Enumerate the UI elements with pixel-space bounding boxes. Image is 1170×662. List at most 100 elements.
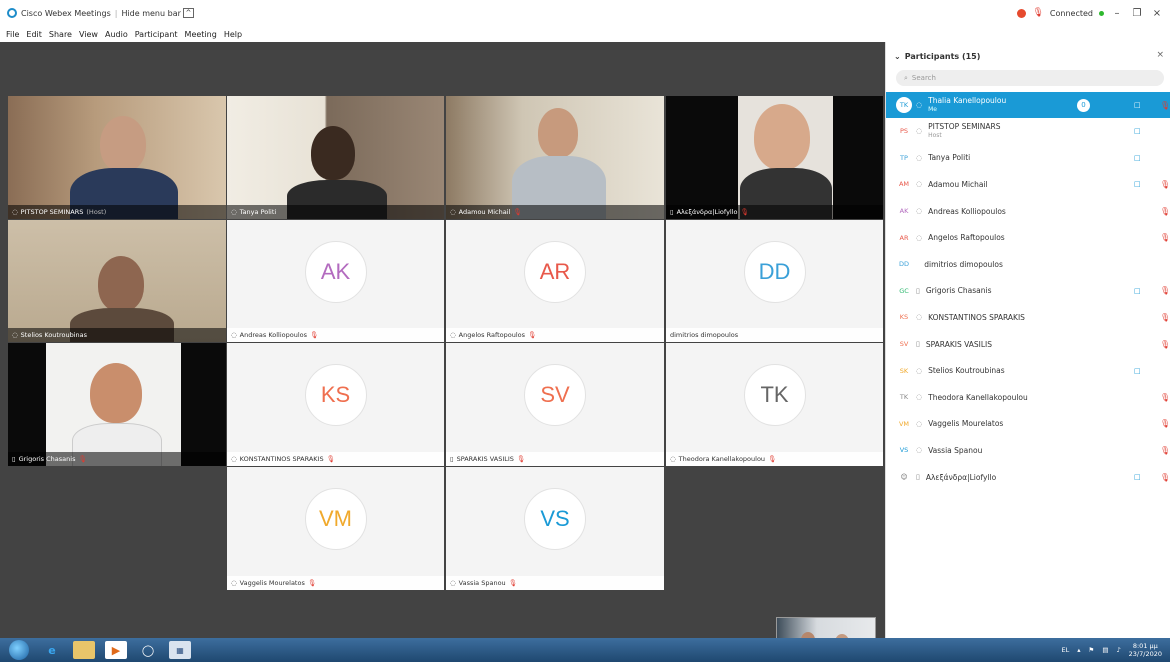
avatar: SV	[899, 340, 909, 349]
participant-row[interactable]: TK ◌ Thalia Kanellopoulou Me 0 □ 🎙	[886, 92, 1170, 118]
video-tile[interactable]: ▯ Grigoris Chasanis 🎙	[8, 343, 226, 466]
video-tile[interactable]: ◌ Stelios Koutroubinas	[8, 220, 226, 342]
webex-taskbar-icon[interactable]: ◯	[137, 641, 159, 659]
tile-label: ◌ Theodora Kanellakopoulou 🎙	[666, 452, 883, 466]
camera-icon: □	[1134, 366, 1141, 375]
avatar: GC	[899, 286, 909, 295]
windows-taskbar: e ▶ ◯ ▦ EL ▴ ⚑ ▤ ♪ 8:01 μμ 23/7/2020	[0, 638, 1170, 662]
avatar: DD	[898, 260, 909, 269]
hide-menu-bar-link[interactable]: Hide menu bar	[121, 9, 180, 18]
tile-name: Theodora Kanellakopoulou	[678, 455, 766, 463]
tile-name: Vassia Spanou	[458, 579, 506, 587]
panel-header[interactable]: ⌄ Participants (15)	[886, 42, 1170, 70]
participant-row[interactable]: AK ◌ Andreas Kolliopoulos 🎙	[886, 198, 1170, 225]
internet-explorer-icon[interactable]: e	[41, 641, 63, 659]
participant-row[interactable]: ☺ ▯ Αλεξάνδρα|Liofyllo □ 🎙	[886, 464, 1170, 491]
panel-title: Participants (15)	[904, 51, 981, 61]
video-tile[interactable]: ◌ Adamou Michail 🎙	[446, 96, 664, 219]
menu-file[interactable]: File	[6, 30, 19, 39]
avatar-tile[interactable]: DD dimitrios dimopoulos	[666, 220, 883, 342]
participant-row[interactable]: SV ▯ SPARAKIS VASILIS 🎙	[886, 331, 1170, 358]
avatar: AR	[524, 240, 586, 303]
network-icon[interactable]: ▤	[1102, 646, 1108, 654]
menu-participant[interactable]: Participant	[135, 30, 178, 39]
audio-icon: ◌	[916, 313, 923, 322]
language-indicator[interactable]: EL	[1062, 646, 1070, 654]
menu-audio[interactable]: Audio	[105, 30, 128, 39]
participant-row[interactable]: AM ◌ Adamou Michail □ 🎙	[886, 171, 1170, 198]
menu-share[interactable]: Share	[49, 30, 72, 39]
participant-row[interactable]: KS ◌ KONSTANTINOS SPARAKIS 🎙	[886, 304, 1170, 331]
audio-icon: ◌	[916, 180, 923, 189]
avatar: AM	[898, 180, 910, 189]
video-tile[interactable]: ▯ Αλεξάνδρα|Liofyllo 🎙	[666, 96, 883, 219]
close-window-button[interactable]: ×	[1150, 8, 1164, 19]
avatar-tile[interactable]: VS ◌ Vassia Spanou 🎙	[446, 467, 664, 590]
participant-name: Grigoris Chasanis	[925, 286, 992, 296]
menu-edit[interactable]: Edit	[26, 30, 42, 39]
menu-view[interactable]: View	[79, 30, 98, 39]
avatar-tile[interactable]: AR ◌ Angelos Raftopoulos 🎙	[446, 220, 664, 342]
participant-row[interactable]: SK ◌ Stelios Koutroubinas □	[886, 357, 1170, 384]
muted-mic-icon: 🎙	[1160, 419, 1170, 429]
tile-label: ◌ PITSTOP SEMINARS (Host)	[8, 205, 226, 219]
muted-mic-icon: 🎙	[1160, 445, 1170, 455]
audio-icon: ◌	[916, 153, 923, 162]
participant-row[interactable]: DD dimitrios dimopoulos	[886, 251, 1170, 278]
participant-row[interactable]: TK ◌ Theodora Kanellakopoulou 🎙	[886, 384, 1170, 411]
avatar-tile[interactable]: SV ▯ SPARAKIS VASILIS 🎙	[446, 343, 664, 466]
participant-row[interactable]: VM ◌ Vaggelis Mourelatos 🎙	[886, 411, 1170, 438]
video-tile[interactable]: ◌ Tanya Politi	[227, 96, 444, 219]
participant-name: Thalia Kanellopoulou	[928, 96, 1007, 105]
participant-row[interactable]: VS ◌ Vassia Spanou 🎙	[886, 437, 1170, 464]
tile-name: Grigoris Chasanis	[18, 455, 76, 463]
avatar: VS	[899, 446, 909, 455]
recording-icon[interactable]	[1017, 8, 1027, 18]
participant-row[interactable]: GC ▯ Grigoris Chasanis □ 🎙	[886, 278, 1170, 305]
minimize-button[interactable]: –	[1110, 8, 1124, 19]
menu-help[interactable]: Help	[224, 30, 242, 39]
clock-date: 23/7/2020	[1128, 650, 1162, 658]
audio-icon: ◌	[916, 233, 923, 242]
tile-label: ▯ Grigoris Chasanis 🎙	[8, 452, 226, 466]
muted-mic-icon: 🎙	[1160, 100, 1170, 110]
avatar: VM	[304, 488, 367, 551]
menu-meeting[interactable]: Meeting	[185, 30, 217, 39]
start-button[interactable]	[9, 640, 29, 660]
avatar-tile[interactable]: AK ◌ Andreas Kolliopoulos 🎙	[227, 220, 444, 342]
audio-icon: ◌	[231, 455, 237, 463]
tile-label: dimitrios dimopoulos	[666, 328, 883, 342]
chevron-down-icon[interactable]: ⌄	[894, 52, 901, 61]
webex-window: Cisco Webex Meetings | Hide menu bar ^ 🎙…	[0, 0, 1170, 662]
phone-icon: ▯	[450, 455, 454, 463]
participants-panel: ⌄ Participants (15) × ⌕ Search TK ◌ Thal…	[885, 42, 1170, 638]
participant-row[interactable]: TP ◌ Tanya Politi □	[886, 145, 1170, 172]
media-player-icon[interactable]: ▶	[105, 641, 127, 659]
volume-icon[interactable]: ♪	[1117, 646, 1121, 654]
muted-mic-icon: 🎙	[1160, 472, 1170, 482]
video-feed	[8, 343, 226, 466]
avatar-tile[interactable]: VM ◌ Vaggelis Mourelatos 🎙	[227, 467, 444, 590]
clock[interactable]: 8:01 μμ 23/7/2020	[1129, 642, 1162, 658]
restore-button[interactable]: ❐	[1130, 8, 1144, 19]
participant-name: Angelos Raftopoulos	[928, 233, 1005, 243]
close-panel-button[interactable]: ×	[1156, 50, 1164, 60]
chevron-up-icon[interactable]: ^	[182, 8, 194, 18]
tray-arrow-icon[interactable]: ▴	[1077, 646, 1080, 654]
muted-mic-icon: 🎙	[516, 455, 526, 463]
video-tile[interactable]: ◌ PITSTOP SEMINARS (Host)	[8, 96, 226, 219]
avatar: TK	[899, 393, 909, 402]
app-taskbar-icon[interactable]: ▦	[169, 641, 191, 659]
flag-icon[interactable]: ⚑	[1089, 646, 1095, 654]
search-input[interactable]: ⌕ Search	[896, 70, 1164, 86]
tile-label: ◌ Adamou Michail 🎙	[446, 205, 664, 219]
muted-mic-icon: 🎙	[1160, 233, 1170, 243]
participant-name: KONSTANTINOS SPARAKIS	[928, 312, 1025, 322]
avatar-tile[interactable]: KS ◌ KONSTANTINOS SPARAKIS 🎙	[227, 343, 444, 466]
tile-name: Adamou Michail	[458, 208, 511, 216]
participant-row[interactable]: PS ◌ PITSTOP SEMINARS Host □	[886, 118, 1170, 145]
mic-status-icon[interactable]: 🎙	[1032, 8, 1043, 18]
file-explorer-icon[interactable]	[73, 641, 95, 659]
participant-row[interactable]: AR ◌ Angelos Raftopoulos 🎙	[886, 224, 1170, 251]
avatar-tile[interactable]: TK ◌ Theodora Kanellakopoulou 🎙	[666, 343, 883, 466]
